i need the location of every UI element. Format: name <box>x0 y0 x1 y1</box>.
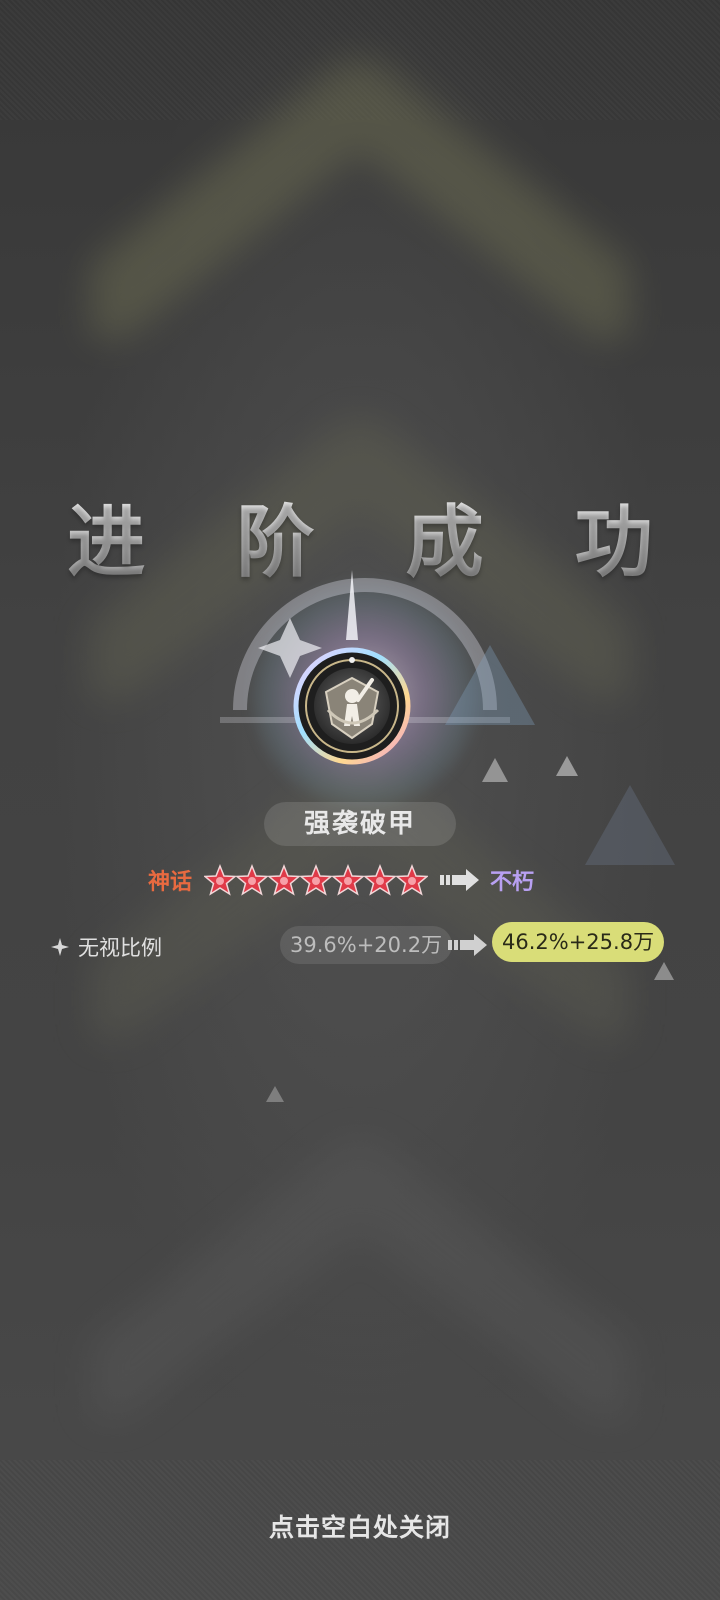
stat-old-value: 39.6%+20.2万 <box>280 926 453 964</box>
decorative-triangle <box>445 645 535 725</box>
tap-to-close-hint[interactable]: 点击空白处关闭 <box>0 1508 720 1544</box>
star-icon <box>332 864 365 896</box>
decorative-triangle <box>556 756 578 776</box>
arrow-right-icon <box>440 869 480 891</box>
upgrade-result-screen[interactable]: 进 阶 成 功 强袭破甲 神话 不朽 无视比例 39.6%+20.2万 46.2… <box>0 0 720 1600</box>
star-icon <box>300 864 333 896</box>
decorative-triangle <box>585 785 675 865</box>
stat-row: 无视比例 39.6%+20.2万 46.2%+25.8万 <box>50 922 670 968</box>
star-icon <box>268 864 301 896</box>
grade-row: 神话 不朽 <box>148 860 534 900</box>
star-icon <box>396 864 429 896</box>
star-rating <box>204 864 429 896</box>
decorative-triangle <box>266 1086 284 1102</box>
background-chevron <box>70 1140 650 1440</box>
star-icon <box>364 864 397 896</box>
stat-label-text: 无视比例 <box>78 936 162 960</box>
star-icon <box>236 864 269 896</box>
decorative-triangle <box>482 758 508 782</box>
star-icon <box>204 864 237 896</box>
stat-label: 无视比例 <box>50 932 162 962</box>
arrow-right-icon <box>448 934 487 956</box>
stat-new-value: 46.2%+25.8万 <box>492 922 665 962</box>
grade-from-label: 神话 <box>148 870 193 895</box>
background-chevron <box>70 60 650 360</box>
grade-to-label: 不朽 <box>490 870 535 895</box>
skill-name: 强袭破甲 <box>264 802 456 846</box>
sparkle-icon <box>51 938 69 956</box>
